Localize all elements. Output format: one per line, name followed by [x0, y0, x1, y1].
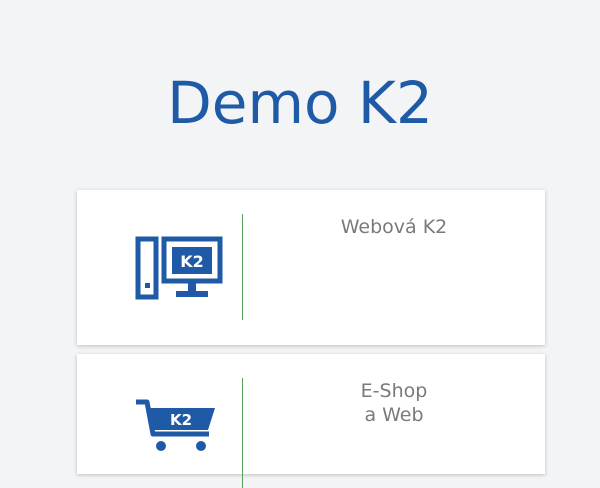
page-title: Demo K2	[167, 69, 433, 137]
card-eshop-web[interactable]: K2 E-Shop a Web	[77, 354, 545, 488]
desktop-computer-k2-icon: K2	[135, 236, 223, 300]
card-label: E-Shop a Web	[360, 380, 428, 426]
shopping-cart-k2-icon: K2	[136, 399, 215, 451]
card-webova-k2[interactable]: K2 Webová K2	[77, 190, 545, 345]
card-label: Webová K2	[340, 216, 448, 238]
k2-icon-text: K2	[180, 252, 204, 271]
k2-icon-text: K2	[170, 411, 192, 429]
